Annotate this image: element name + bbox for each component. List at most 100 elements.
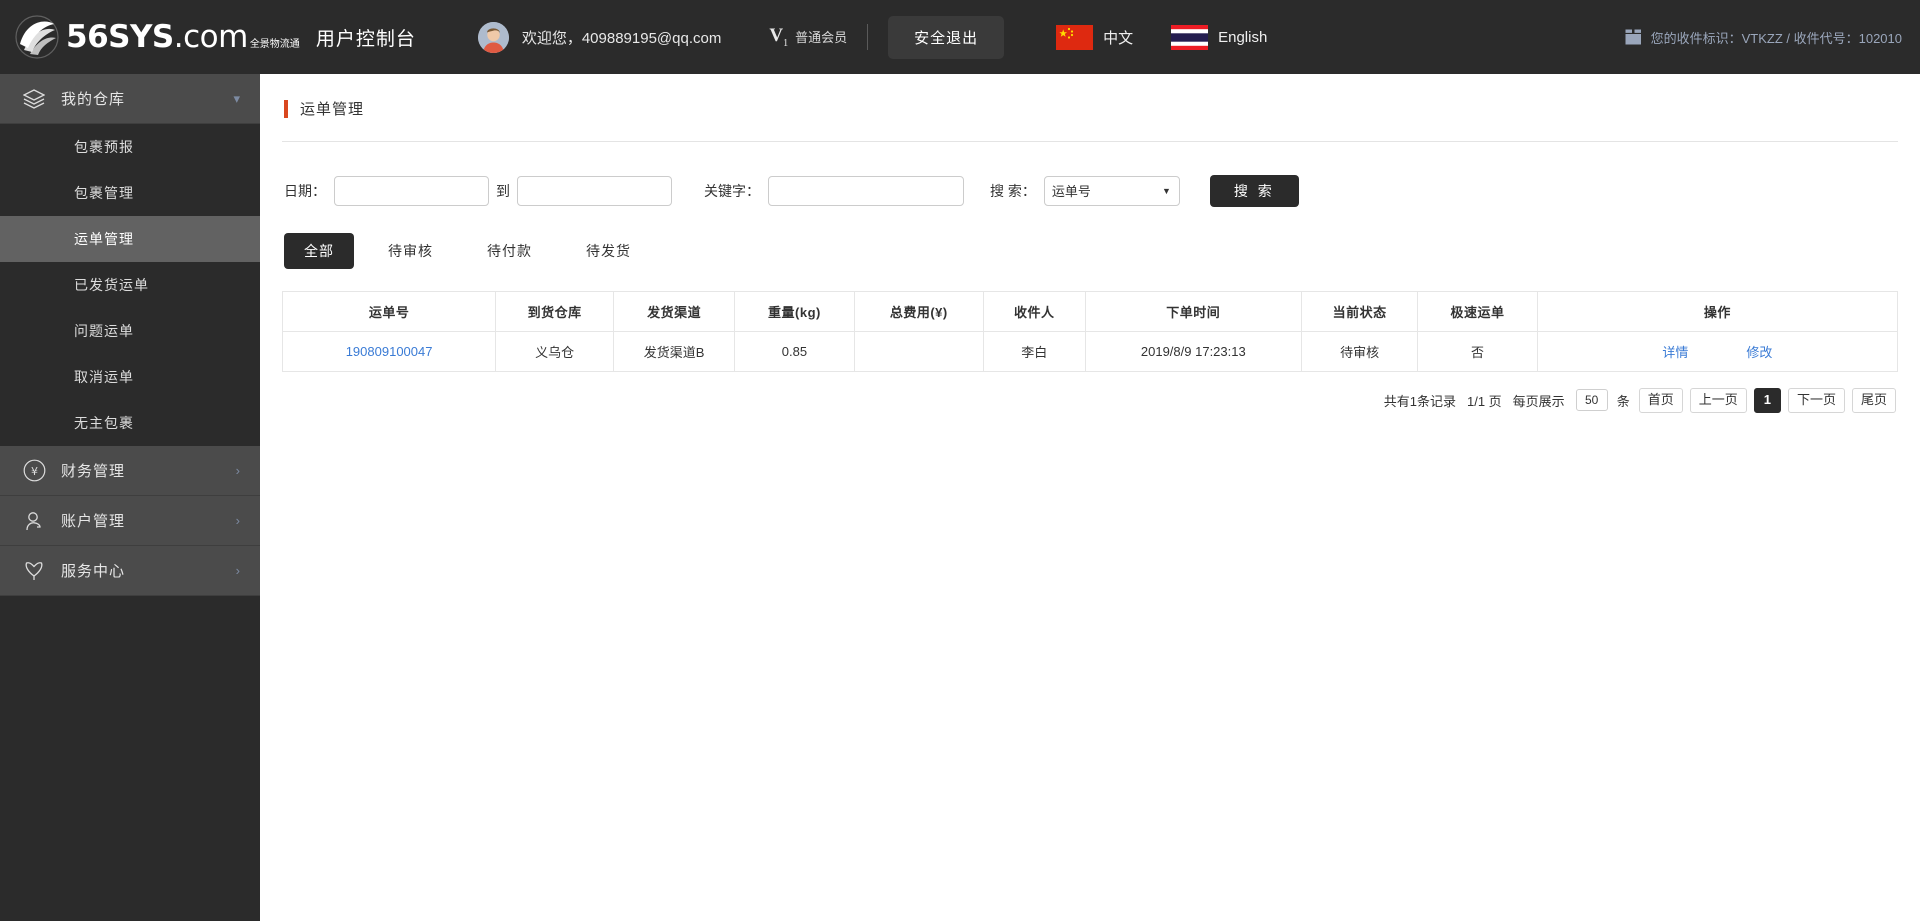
col-order-time: 下单时间 bbox=[1084, 291, 1303, 332]
col-warehouse: 到货仓库 bbox=[495, 291, 615, 332]
waybill-no-link[interactable]: 190809100047 bbox=[346, 344, 433, 359]
cell-order-time: 2019/8/9 17:23:13 bbox=[1084, 331, 1303, 372]
lang-option-chinese[interactable]: 中文 bbox=[1056, 24, 1134, 50]
date-label: 日期： bbox=[284, 183, 326, 199]
welcome-text: 欢迎您，409889195@qq.com bbox=[521, 29, 722, 47]
date-from-input[interactable] bbox=[334, 176, 489, 206]
col-channel: 发货渠道 bbox=[613, 291, 736, 332]
col-weight: 重量(kg) bbox=[734, 291, 855, 332]
page-title-text: 运单管理 bbox=[300, 101, 365, 118]
page-title-accent-bar bbox=[284, 99, 288, 118]
sidebar: 我的仓库 ▾ 包裹预报 包裹管理 运单管理 已发货运单 问题运单 取消运单 无主… bbox=[0, 74, 260, 921]
lang-label-english: English bbox=[1218, 28, 1268, 46]
per-page-input[interactable] bbox=[1575, 389, 1608, 412]
per-page-label: 每页展示 bbox=[1512, 393, 1565, 409]
col-waybill-no: 运单号 bbox=[281, 291, 497, 332]
th-flag-icon bbox=[1171, 24, 1209, 50]
lang-option-english[interactable]: English bbox=[1171, 24, 1268, 50]
tab-pending-payment[interactable]: 待付款 bbox=[467, 233, 552, 269]
page-number-button-1[interactable]: 1 bbox=[1753, 388, 1781, 413]
sidebar-item-problem-waybills[interactable]: 问题运单 bbox=[0, 308, 260, 354]
date-between-label: 到 bbox=[496, 183, 510, 199]
col-receiver: 收件人 bbox=[982, 291, 1086, 332]
keyword-input[interactable] bbox=[768, 176, 964, 206]
body-wrapper: 我的仓库 ▾ 包裹预报 包裹管理 运单管理 已发货运单 问题运单 取消运单 无主… bbox=[0, 74, 1920, 921]
chevron-down-icon: ▾ bbox=[233, 90, 240, 106]
sidebar-item-label: 包裹预报 bbox=[74, 139, 134, 155]
waybill-table: 运单号 到货仓库 发货渠道 重量(kg) 总费用(¥) 收件人 下单时间 当前状… bbox=[281, 291, 1899, 372]
sidebar-group-finance[interactable]: ¥ 财务管理 › bbox=[0, 446, 260, 496]
prev-page-button[interactable]: 上一页 bbox=[1689, 388, 1747, 413]
search-field-select-wrap: 运单号 ▼ bbox=[1043, 176, 1180, 206]
sidebar-item-shipped-waybills[interactable]: 已发货运单 bbox=[0, 262, 260, 308]
keyword-label: 关键字： bbox=[704, 183, 760, 199]
sidebar-item-label: 已发货运单 bbox=[74, 277, 149, 293]
logo-wordmark: 56SYS.com bbox=[66, 18, 248, 55]
tab-pending-review[interactable]: 待审核 bbox=[368, 233, 453, 269]
col-total-fee: 总费用(¥) bbox=[853, 291, 984, 332]
cell-total-fee bbox=[853, 331, 984, 372]
cell-channel: 发货渠道B bbox=[613, 331, 736, 372]
svg-text:¥: ¥ bbox=[31, 465, 38, 478]
table-header-row: 运单号 到货仓库 发货渠道 重量(kg) 总费用(¥) 收件人 下单时间 当前状… bbox=[281, 291, 1899, 332]
col-express: 极速运单 bbox=[1417, 291, 1538, 332]
vip-badge: V1 普通会员 bbox=[769, 26, 847, 49]
sidebar-item-cancelled-waybills[interactable]: 取消运单 bbox=[0, 354, 260, 400]
search-field-label: 搜 索： bbox=[990, 183, 1036, 199]
sidebar-item-waybill-management[interactable]: 运单管理 bbox=[0, 216, 260, 262]
date-to-input[interactable] bbox=[517, 176, 672, 206]
brand-logo[interactable]: 56SYS.com 全景物流通 bbox=[0, 14, 300, 60]
edit-link[interactable]: 修改 bbox=[1746, 342, 1772, 361]
avatar[interactable] bbox=[477, 21, 509, 53]
sidebar-item-package-management[interactable]: 包裹管理 bbox=[0, 170, 260, 216]
logout-button[interactable]: 安全退出 bbox=[888, 15, 1005, 59]
console-title: 用户控制台 bbox=[315, 28, 416, 50]
table-row: 190809100047 义乌仓 发货渠道B 0.85 李白 2019/8/9 … bbox=[281, 331, 1899, 372]
last-page-button[interactable]: 尾页 bbox=[1851, 388, 1896, 413]
search-button[interactable]: 搜 索 bbox=[1209, 175, 1299, 207]
sidebar-item-unclaimed-packages[interactable]: 无主包裹 bbox=[0, 400, 260, 446]
receiver-identifier-text: 您的收件标识：VTKZZ / 收件代号：102010 bbox=[1650, 30, 1902, 46]
filter-bar: 日期： 到 关键字： 搜 索： 运单号 ▼ 搜 索 bbox=[282, 142, 1898, 207]
lang-label-chinese: 中文 bbox=[1103, 29, 1134, 47]
status-tabs: 全部 待审核 待付款 待发货 bbox=[282, 207, 1898, 269]
sidebar-item-label: 问题运单 bbox=[74, 323, 134, 339]
layers-icon bbox=[22, 87, 46, 111]
logo-tagline: 全景物流通 bbox=[249, 39, 300, 50]
page-title: 运单管理 bbox=[282, 74, 1898, 142]
next-page-button[interactable]: 下一页 bbox=[1787, 388, 1845, 413]
sidebar-group-my-warehouse[interactable]: 我的仓库 ▾ bbox=[0, 74, 260, 124]
total-records-text: 共有1条记录 bbox=[1383, 393, 1456, 409]
pagination: 共有1条记录 1/1 页 每页展示 条 首页 上一页 1 下一页 尾页 bbox=[282, 372, 1898, 413]
sidebar-group-account[interactable]: 账户管理 › bbox=[0, 496, 260, 546]
sidebar-group-label-service-center: 服务中心 bbox=[61, 563, 126, 580]
tab-all[interactable]: 全部 bbox=[284, 233, 354, 269]
tab-pending-shipment[interactable]: 待发货 bbox=[566, 233, 651, 269]
sidebar-item-label: 包裹管理 bbox=[74, 185, 134, 201]
detail-link[interactable]: 详情 bbox=[1662, 342, 1688, 361]
yen-circle-icon: ¥ bbox=[22, 459, 46, 483]
cell-weight: 0.85 bbox=[734, 331, 855, 372]
sidebar-group-label-my-warehouse: 我的仓库 bbox=[61, 91, 126, 108]
language-switcher: 中文 English bbox=[1056, 24, 1268, 50]
cell-operations: 详情 修改 bbox=[1536, 331, 1899, 372]
cell-waybill-no[interactable]: 190809100047 bbox=[281, 331, 497, 372]
sidebar-item-label: 运单管理 bbox=[74, 231, 134, 247]
cell-warehouse: 义乌仓 bbox=[495, 331, 615, 372]
first-page-button[interactable]: 首页 bbox=[1638, 388, 1683, 413]
sidebar-item-package-forecast[interactable]: 包裹预报 bbox=[0, 124, 260, 170]
receiver-identifier: 您的收件标识：VTKZZ / 收件代号：102010 bbox=[1625, 28, 1902, 47]
page-indicator-text: 1/1 页 bbox=[1466, 393, 1502, 409]
sidebar-submenu-my-warehouse: 包裹预报 包裹管理 运单管理 已发货运单 问题运单 取消运单 无主包裹 bbox=[0, 124, 260, 446]
sidebar-item-label: 取消运单 bbox=[74, 369, 134, 385]
user-icon bbox=[22, 509, 46, 533]
cn-flag-icon bbox=[1056, 24, 1094, 50]
main-content: 运单管理 日期： 到 关键字： 搜 索： 运单号 ▼ 搜 索 全部 待审核 待付… bbox=[260, 74, 1920, 921]
cell-status: 待审核 bbox=[1301, 331, 1419, 372]
user-block: 欢迎您，409889195@qq.com bbox=[477, 21, 722, 53]
cell-express: 否 bbox=[1417, 331, 1538, 372]
sidebar-group-service-center[interactable]: 服务中心 › bbox=[0, 546, 260, 596]
sidebar-group-label-account: 账户管理 bbox=[61, 513, 126, 530]
search-field-select[interactable]: 运单号 bbox=[1043, 176, 1180, 206]
logo-mark-icon bbox=[14, 14, 60, 60]
